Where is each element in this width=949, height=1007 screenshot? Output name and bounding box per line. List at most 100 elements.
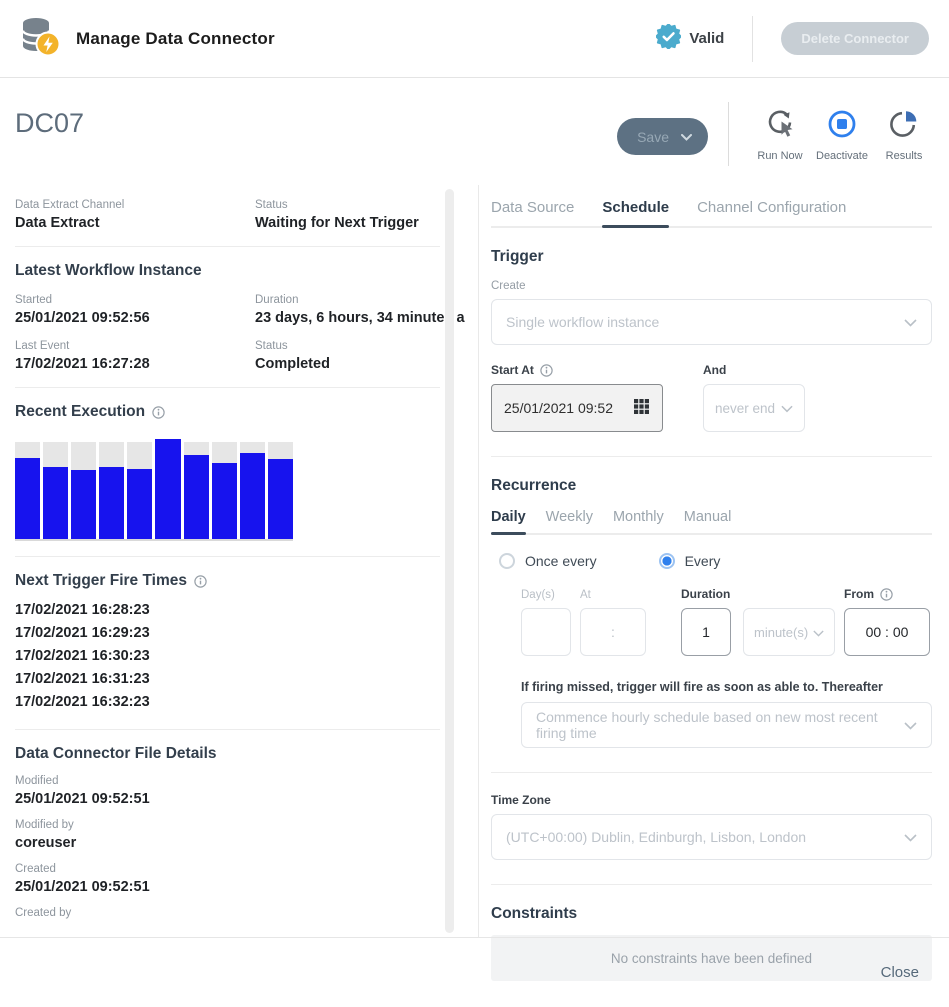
info-icon[interactable]: [152, 406, 165, 419]
from-time-input[interactable]: 00 : 00: [844, 608, 930, 656]
results-icon: [888, 108, 920, 145]
create-label: Create: [491, 280, 932, 292]
file-details-heading: Data Connector File Details: [15, 745, 440, 763]
connector-toolbar: DC07 Save Run Now: [0, 78, 949, 185]
deactivate-label: Deactivate: [816, 150, 868, 162]
field-label: Created: [15, 863, 440, 875]
chevron-down-icon: [813, 625, 824, 640]
execution-bar-fill: [127, 469, 152, 539]
create-select[interactable]: Single workflow instance: [491, 299, 932, 345]
duration-unit-select[interactable]: minute(s): [743, 608, 835, 656]
last-event-field: Last Event 17/02/2021 16:27:28: [15, 340, 255, 372]
deactivate-icon: [826, 108, 858, 145]
divider: [491, 456, 932, 457]
close-button[interactable]: Close: [881, 964, 919, 981]
info-icon[interactable]: [540, 364, 553, 377]
recurrence-tab[interactable]: Daily: [491, 509, 526, 533]
field-value: 23 days, 6 hours, 34 minutes a: [255, 310, 465, 326]
chevron-down-icon: [904, 314, 917, 330]
days-group: Day(s): [521, 589, 571, 656]
recurrence-tab[interactable]: Manual: [684, 509, 732, 533]
time-zone-select[interactable]: (UTC+00:00) Dublin, Edinburgh, Lisbon, L…: [491, 814, 932, 860]
config-tab[interactable]: Schedule: [602, 199, 669, 226]
run-now-button[interactable]: Run Now: [749, 96, 811, 162]
from-time-value: 00 : 00: [866, 624, 909, 640]
chevron-down-icon: [781, 401, 793, 416]
field-value: 25/01/2021 09:52:56: [15, 310, 255, 326]
data-connector-icon: [18, 14, 62, 63]
execution-bar-fill: [43, 467, 68, 539]
divider: [491, 772, 932, 773]
execution-bar-fill: [155, 439, 180, 539]
chevron-down-icon: [904, 829, 917, 845]
execution-bar-fill: [184, 455, 209, 539]
manage-data-connector-dialog: Manage Data Connector Valid Delete Conne…: [0, 0, 949, 1007]
field-label: Last Event: [15, 340, 255, 352]
calendar-icon[interactable]: [633, 398, 650, 418]
field-value: 25/01/2021 09:52:51: [15, 879, 440, 895]
config-tab[interactable]: Channel Configuration: [697, 199, 846, 226]
execution-bar: [15, 439, 40, 539]
trigger-fire-time: 17/02/2021 16:29:23: [15, 622, 440, 645]
recent-execution-chart: [15, 439, 293, 541]
field-value: 17/02/2021 16:27:28: [15, 356, 255, 372]
recurrence-tab[interactable]: Weekly: [546, 509, 593, 533]
never-end-select[interactable]: never end: [703, 384, 805, 432]
create-select-value: Single workflow instance: [506, 314, 659, 330]
next-trigger-title: Next Trigger Fire Times: [15, 572, 187, 590]
trigger-fire-time: 17/02/2021 16:31:23: [15, 668, 440, 691]
execution-bar-fill: [240, 453, 265, 539]
recent-execution-title: Recent Execution: [15, 403, 145, 421]
info-icon[interactable]: [194, 575, 207, 588]
workflow-status-field: Status Completed: [255, 340, 465, 372]
recurrence-mode-radio[interactable]: Every: [659, 553, 721, 569]
trigger-fire-time: 17/02/2021 16:32:23: [15, 691, 440, 714]
dialog-title: Manage Data Connector: [76, 29, 275, 49]
info-icon[interactable]: [880, 588, 893, 601]
thereafter-select[interactable]: Commence hourly schedule based on new mo…: [521, 702, 932, 748]
chevron-down-icon: [904, 717, 917, 733]
days-input[interactable]: [521, 608, 571, 656]
save-button[interactable]: Save: [617, 118, 708, 155]
divider: [15, 556, 440, 557]
duration-unit-value: minute(s): [754, 625, 808, 640]
left-panel-scrollbar[interactable]: [445, 189, 454, 933]
never-end-value: never end: [715, 401, 775, 416]
radio-icon: [499, 553, 515, 569]
recurrence-mode-radio[interactable]: Once every: [499, 553, 597, 569]
results-button[interactable]: Results: [873, 96, 935, 162]
status-badge-label: Valid: [689, 30, 724, 47]
from-label-row: From: [844, 587, 930, 601]
execution-bar: [43, 439, 68, 539]
start-at-input[interactable]: 25/01/2021 09:52: [491, 384, 663, 432]
radio-label: Once every: [525, 553, 597, 569]
status-badge: Valid: [656, 24, 724, 53]
dialog-footer: Close: [0, 937, 949, 1007]
delete-connector-button[interactable]: Delete Connector: [781, 22, 929, 55]
connector-status-field: Status Waiting for Next Trigger: [255, 199, 440, 231]
results-label: Results: [886, 150, 923, 162]
deactivate-button[interactable]: Deactivate: [811, 96, 873, 162]
recurrence-tab[interactable]: Monthly: [613, 509, 664, 533]
execution-bar: [268, 439, 293, 539]
duration-field: Duration 23 days, 6 hours, 34 minutes a: [255, 294, 465, 326]
radio-label: Every: [685, 553, 721, 569]
field-value: coreuser: [15, 835, 440, 851]
start-at-value: 25/01/2021 09:52: [504, 400, 613, 416]
duration-value: 1: [702, 624, 710, 640]
time-zone-label: Time Zone: [491, 793, 932, 807]
execution-bar: [184, 439, 209, 539]
field-label: Modified by: [15, 819, 440, 831]
at-input[interactable]: :: [580, 608, 646, 656]
execution-bar-fill: [212, 463, 237, 539]
recurrence-tabs: Daily Weekly Monthly Manual: [491, 509, 932, 535]
trigger-heading: Trigger: [491, 248, 932, 266]
field-label: Created by: [15, 907, 440, 919]
constraints-heading: Constraints: [491, 905, 932, 923]
config-tab[interactable]: Data Source: [491, 199, 574, 226]
run-now-icon: [764, 108, 796, 145]
duration-input[interactable]: 1: [681, 608, 731, 656]
field-value: Waiting for Next Trigger: [255, 215, 440, 231]
file-detail-field: Created by: [15, 907, 440, 923]
execution-bar-fill: [99, 467, 124, 539]
